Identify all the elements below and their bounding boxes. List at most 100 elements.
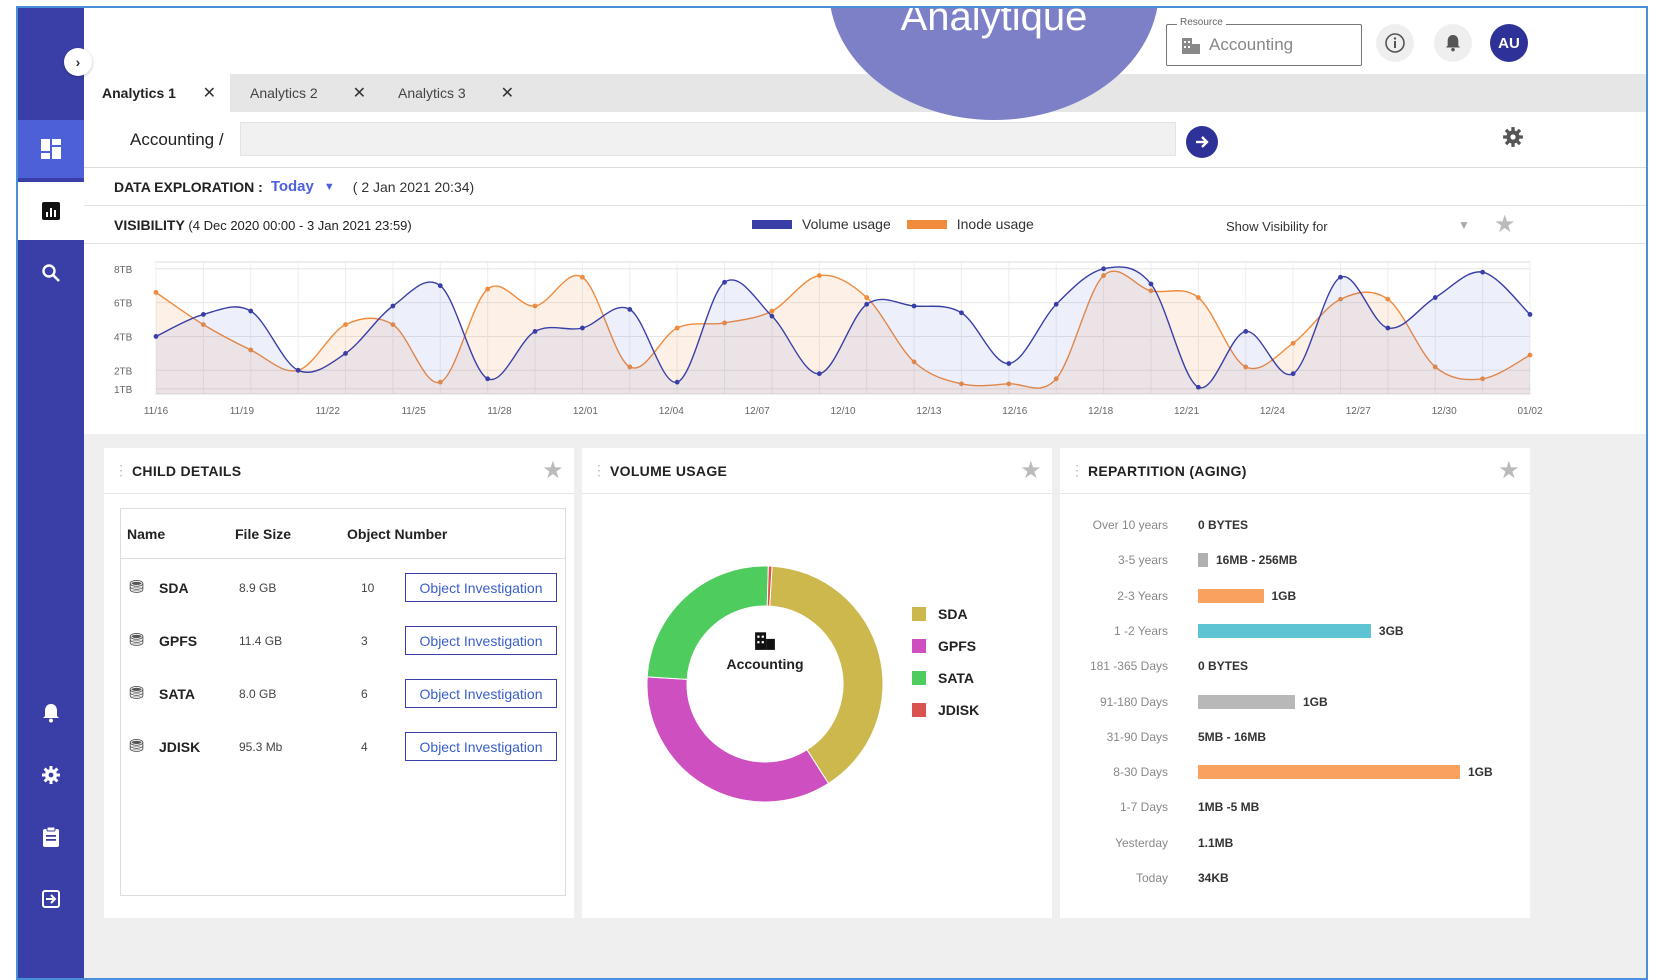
visibility-chart-svg: 8TB 6TB 4TB 2TB 1TB 11/16 11/19 11/22 11/25 11/28… [114, 261, 1543, 417]
show-visibility-select[interactable]: Show Visibility for [1226, 219, 1328, 234]
exploration-date: ( 2 Jan 2021 20:34) [352, 178, 475, 195]
repartition-panel: ⋮ REPARTITION (AGING) ★ Over 10 years 0 B… [1060, 448, 1530, 918]
settings-gear-icon[interactable] [18, 746, 84, 804]
data-point [1385, 325, 1391, 331]
data-point [580, 325, 585, 331]
x-tick-label: 01/02 [1517, 406, 1542, 417]
info-icon[interactable] [1376, 24, 1414, 62]
row-size: 8.0 GB [239, 687, 277, 701]
aging-label: 181 -365 Days [1089, 659, 1168, 674]
aging-label: 8-30 Days [1113, 765, 1168, 780]
legend-item: SDA [912, 598, 979, 630]
search-icon[interactable] [18, 244, 84, 302]
path-input[interactable] [240, 122, 1176, 156]
caret-down-icon[interactable]: ▼ [1458, 218, 1470, 232]
data-point [769, 308, 775, 314]
table-row: ⛃ SATA 8.0 GB 6 Object Investigation [121, 667, 565, 720]
close-tab-icon[interactable]: ✕ [353, 83, 366, 103]
settings-gear-icon[interactable] [1502, 126, 1524, 154]
aging-label: Yesterday [1115, 835, 1168, 850]
aging-value: 1MB -5 MB [1198, 800, 1260, 815]
close-tab-icon[interactable]: ✕ [203, 83, 216, 103]
bell-icon[interactable] [1434, 24, 1472, 62]
star-icon[interactable]: ★ [1020, 456, 1042, 485]
user-avatar[interactable]: AU [1490, 24, 1528, 62]
data-point [437, 283, 443, 289]
tab-analytics-2[interactable]: Analytics 2 ✕ [232, 74, 380, 112]
data-point [1006, 361, 1012, 366]
drag-handle-icon[interactable]: ⋮ [1070, 462, 1084, 479]
data-point [1195, 295, 1201, 300]
column-header-name: Name [127, 526, 166, 542]
aging-label: 3-5 years [1117, 553, 1168, 568]
x-tick-label: 11/28 [487, 406, 512, 417]
tab-analytics-1[interactable]: Analytics 1 ✕ [84, 74, 230, 112]
aging-label: 2-3 Years [1117, 588, 1168, 603]
data-exploration-bar: DATA EXPLORATION : Today ▼ ( 2 Jan 2021 … [84, 168, 1646, 206]
aging-value: 3GB [1378, 623, 1404, 638]
object-investigation-button[interactable]: Object Investigation [405, 626, 557, 655]
data-point [532, 328, 538, 334]
volume-donut-chart [646, 565, 884, 803]
aging-value: 34KB [1198, 871, 1229, 885]
y-tick-label: 1TB [114, 385, 133, 396]
star-icon[interactable]: ★ [542, 456, 564, 485]
period-select[interactable]: Today [271, 178, 314, 195]
caret-down-icon[interactable]: ▼ [324, 181, 335, 193]
star-icon[interactable]: ★ [1498, 456, 1520, 485]
row-count: 3 [361, 634, 368, 648]
expand-sidebar-button[interactable]: › [64, 48, 92, 76]
legend-volume-usage: Volume usage [802, 216, 891, 232]
aging-label: Over 10 years [1092, 518, 1168, 532]
object-investigation-button[interactable]: Object Investigation [405, 573, 557, 602]
drag-handle-icon[interactable]: ⋮ [114, 462, 128, 479]
dashboard-icon[interactable] [18, 120, 84, 178]
notification-bell-icon[interactable] [18, 684, 84, 742]
module-title: Analytique [900, 6, 1088, 39]
tab-analytics-3[interactable]: Analytics 3 ✕ [380, 74, 528, 112]
data-point [864, 301, 870, 307]
y-tick-label: 8TB [114, 265, 133, 276]
clipboard-icon[interactable] [18, 808, 84, 866]
building-icon [1182, 38, 1200, 54]
visibility-header: VISIBILITY (4 Dec 2020 00:00 - 3 Jan 202… [84, 206, 1646, 244]
panel-title: CHILD DETAILS [132, 462, 242, 479]
aging-label: 31-90 Days [1106, 729, 1168, 744]
legend-item: SATA [912, 662, 979, 694]
column-header-file-size: File Size [235, 526, 292, 542]
data-point [390, 303, 396, 309]
star-icon[interactable]: ★ [1494, 210, 1516, 239]
resource-legend: Resource [1177, 17, 1226, 28]
repartition-row: Over 10 years 0 BYTES [1060, 510, 1530, 546]
donut-center-label: Accounting [710, 630, 820, 672]
data-point [295, 367, 301, 373]
close-tab-icon[interactable]: ✕ [501, 83, 514, 103]
repartition-row: Today 34KB [1060, 863, 1530, 899]
data-point [1290, 371, 1296, 377]
data-point [1338, 274, 1343, 280]
table-header: Name File Size Object Number [121, 509, 565, 559]
object-investigation-button[interactable]: Object Investigation [405, 732, 557, 761]
go-arrow-icon[interactable] [1186, 126, 1218, 158]
app-window: › Analytique Resource Accounting AU Anal… [16, 6, 1648, 980]
x-tick-label: 12/24 [1260, 406, 1285, 417]
data-point [674, 325, 680, 331]
visibility-chart: 8TB 6TB 4TB 2TB 1TB 11/16 11/19 11/22 11/25 11/28… [84, 244, 1646, 434]
resource-value: Accounting [1209, 35, 1294, 54]
data-point [532, 303, 538, 309]
legend-item: JDISK [912, 694, 979, 726]
drag-handle-icon[interactable]: ⋮ [592, 462, 606, 479]
resource-select[interactable]: Resource Accounting [1166, 17, 1362, 66]
data-point [1101, 266, 1106, 272]
logout-icon[interactable] [18, 870, 84, 928]
x-tick-label: 11/25 [401, 406, 426, 417]
repartition-row: 1-7 Days 1MB -5 MB [1060, 792, 1530, 828]
data-point [153, 334, 159, 339]
path-label: Accounting / [130, 130, 224, 149]
visibility-label: VISIBILITY [114, 217, 185, 233]
row-name: SDA [159, 580, 189, 596]
row-size: 8.9 GB [239, 581, 277, 595]
child-details-table: Name File Size Object Number ⛃ SDA 8.9 G… [120, 508, 566, 896]
analytics-icon[interactable] [18, 182, 84, 240]
object-investigation-button[interactable]: Object Investigation [405, 679, 557, 708]
